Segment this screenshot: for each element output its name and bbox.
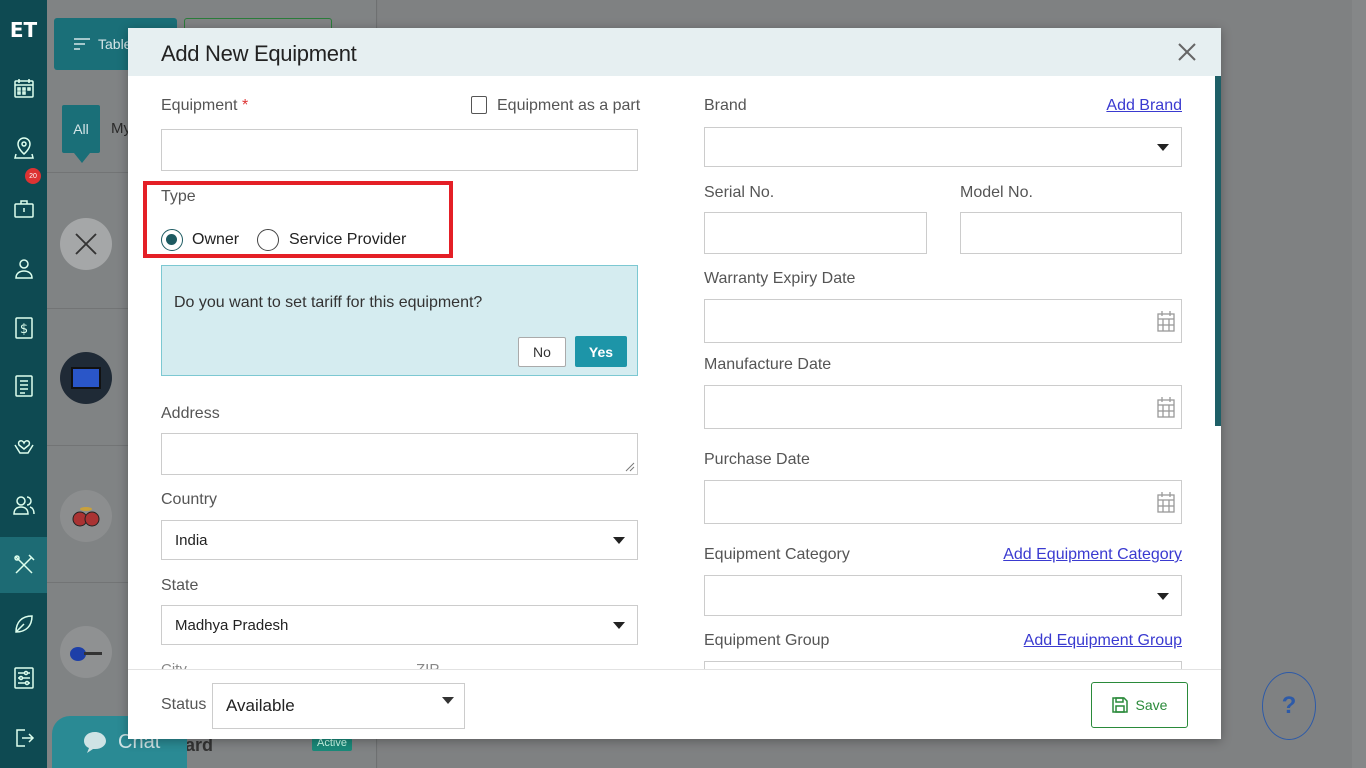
tariff-yes-button[interactable]: Yes	[575, 336, 627, 367]
model-no-label: Model No.	[960, 184, 1033, 201]
owner-radio[interactable]	[161, 229, 183, 251]
nav-rail: ET 20 $	[0, 0, 47, 768]
manufacture-date-input[interactable]	[704, 385, 1182, 429]
tariff-prompt: Do you want to set tariff for this equip…	[161, 265, 638, 376]
modal-footer: Status Available Save	[128, 669, 1221, 739]
list-item-avatar	[60, 218, 112, 270]
map-pin-icon[interactable]	[0, 120, 47, 176]
save-icon	[1111, 697, 1128, 713]
briefcase-icon[interactable]: 20	[0, 168, 47, 236]
equipment-as-part-label: Equipment as a part	[497, 97, 641, 114]
users-icon[interactable]	[0, 477, 47, 533]
tariff-no-button[interactable]: No	[518, 337, 566, 367]
country-value: India	[175, 531, 208, 549]
list-item-avatar	[60, 352, 112, 404]
purchase-date-label: Purchase Date	[704, 451, 810, 468]
service-provider-radio[interactable]	[257, 229, 279, 251]
brand-label: Brand	[704, 97, 747, 114]
calendar-icon[interactable]	[1157, 396, 1175, 418]
type-label: Type	[161, 188, 196, 205]
notification-badge: 20	[25, 168, 41, 184]
status-value: Available	[226, 696, 295, 715]
equipment-group-select[interactable]	[704, 661, 1182, 669]
chevron-down-icon	[613, 622, 625, 629]
filter-lines-icon	[74, 38, 90, 50]
list-item-avatar	[60, 490, 112, 542]
equipment-category-label: Equipment Category	[704, 546, 850, 563]
add-equipment-modal: Add New Equipment Equipment * Equipment …	[128, 28, 1221, 739]
brand-select[interactable]	[704, 127, 1182, 167]
warranty-expiry-label: Warranty Expiry Date	[704, 270, 856, 287]
chevron-down-icon	[1157, 592, 1169, 600]
owner-radio-label: Owner	[192, 231, 240, 248]
state-label: State	[161, 577, 199, 594]
status-label: Status	[161, 696, 207, 713]
chevron-down-icon	[442, 697, 454, 704]
logout-icon[interactable]	[0, 710, 47, 766]
state-select[interactable]: Madhya Pradesh	[161, 605, 638, 645]
tools-icon	[75, 233, 97, 255]
chat-bubble-icon	[84, 732, 106, 753]
sliders-icon[interactable]	[0, 650, 47, 706]
help-button[interactable]: ?	[1262, 672, 1316, 740]
list-item-avatar	[60, 626, 112, 678]
model-no-input[interactable]	[960, 212, 1182, 254]
serial-no-input[interactable]	[704, 212, 927, 254]
country-label: Country	[161, 491, 218, 508]
resize-handle-icon[interactable]	[625, 462, 635, 472]
close-icon[interactable]	[1177, 42, 1197, 62]
tools-icon[interactable]	[0, 537, 47, 593]
dollar-icon[interactable]: $	[0, 300, 47, 356]
equipment-input[interactable]	[161, 129, 638, 171]
city-label: City	[161, 661, 187, 669]
manufacture-date-label: Manufacture Date	[704, 356, 832, 373]
monitor-image	[71, 367, 101, 389]
required-mark: *	[241, 97, 249, 114]
drum-kit-image	[72, 507, 100, 527]
state-value: Madhya Pradesh	[175, 616, 289, 634]
tariff-question: Do you want to set tariff for this equip…	[174, 294, 483, 311]
add-equipment-category-link[interactable]: Add Equipment Category	[1003, 546, 1182, 564]
app-logo: ET	[9, 18, 38, 42]
user-icon[interactable]	[0, 240, 47, 296]
zip-label: ZIP	[416, 661, 439, 669]
list-icon[interactable]	[0, 358, 47, 414]
heart-hands-icon[interactable]	[0, 417, 47, 473]
modal-title: Add New Equipment	[161, 41, 357, 66]
address-textarea[interactable]	[161, 433, 638, 475]
table-view-label: Table	[98, 36, 132, 52]
chevron-down-icon	[1157, 144, 1169, 151]
equipment-label: Equipment *	[161, 97, 248, 115]
leaf-icon[interactable]	[0, 596, 47, 652]
calendar-icon[interactable]	[0, 60, 47, 116]
equipment-label-text: Equipment	[161, 97, 238, 114]
tab-all[interactable]: All	[62, 105, 100, 163]
save-label: Save	[1135, 697, 1168, 713]
warranty-expiry-input[interactable]	[704, 299, 1182, 343]
status-select[interactable]: Available	[212, 683, 465, 729]
modal-scrollbar[interactable]	[1215, 76, 1221, 426]
equipment-group-label: Equipment Group	[704, 632, 830, 649]
modal-header: Add New Equipment	[128, 28, 1221, 76]
serial-no-label: Serial No.	[704, 184, 775, 201]
address-label: Address	[161, 405, 220, 422]
page-scrollbar[interactable]	[1352, 0, 1366, 768]
save-button[interactable]: Save	[1091, 682, 1188, 728]
guitar-image	[70, 647, 102, 661]
chevron-down-icon	[613, 537, 625, 544]
calendar-icon[interactable]	[1157, 310, 1175, 332]
purchase-date-input[interactable]	[704, 480, 1182, 524]
svg-text:$: $	[19, 322, 27, 337]
country-select[interactable]: India	[161, 520, 638, 560]
add-equipment-group-link[interactable]: Add Equipment Group	[1024, 632, 1182, 650]
calendar-icon[interactable]	[1157, 491, 1175, 513]
equipment-as-part-checkbox[interactable]	[471, 96, 487, 114]
service-provider-radio-label: Service Provider	[289, 231, 407, 248]
add-brand-link[interactable]: Add Brand	[1106, 97, 1182, 115]
equipment-category-select[interactable]	[704, 575, 1182, 616]
